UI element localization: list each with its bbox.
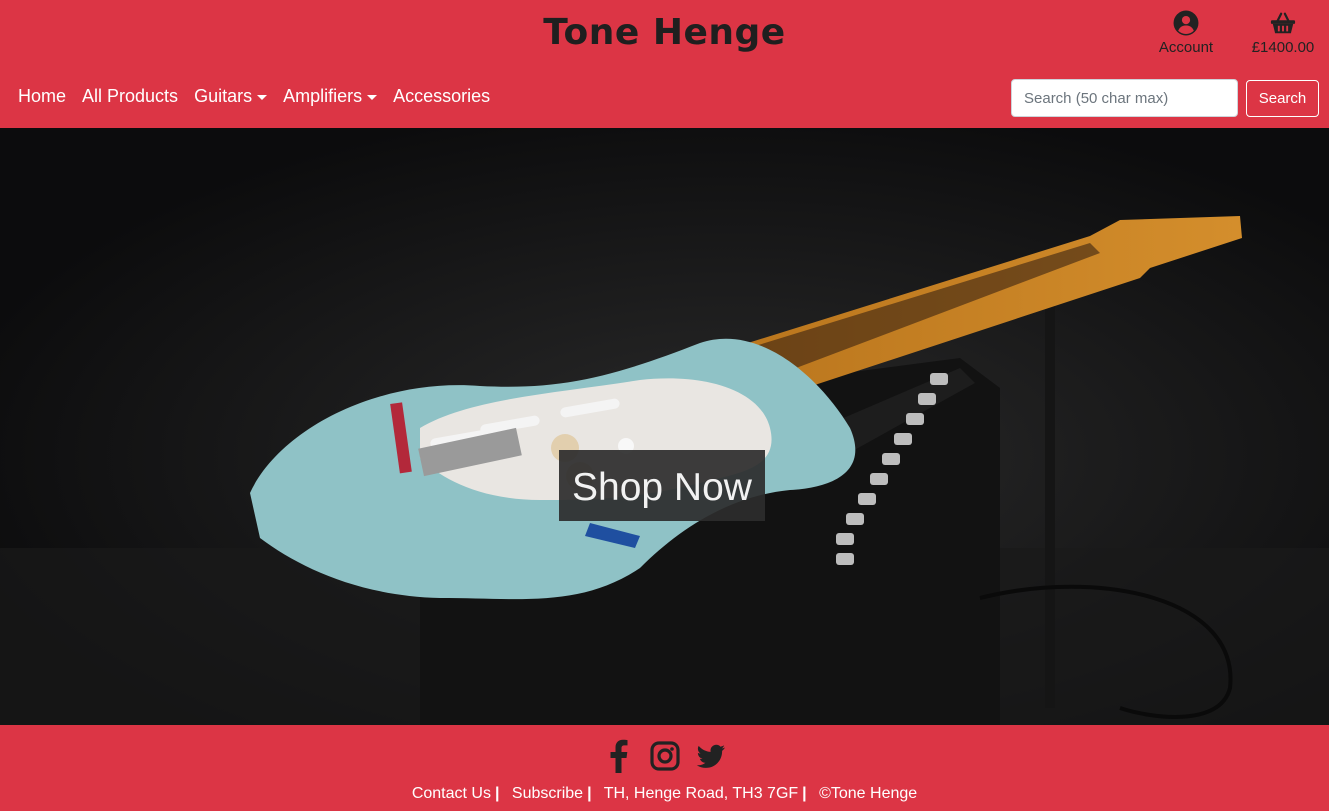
nav-item-accessories[interactable]: Accessories [393, 86, 490, 107]
contact-link[interactable]: Contact Us [412, 785, 491, 802]
nav-item-home[interactable]: Home [18, 86, 66, 107]
basket-link[interactable]: £1400.00 [1246, 10, 1320, 56]
nav-item-guitars[interactable]: Guitars [194, 86, 268, 107]
basket-total: £1400.00 [1251, 39, 1315, 56]
search-button[interactable]: Search [1246, 80, 1319, 117]
site-footer: Contact Us | Subscribe | TH, Henge Road, T… [0, 725, 1329, 811]
twitter-icon[interactable] [695, 739, 727, 773]
footer-separator: | [587, 785, 592, 802]
instagram-icon[interactable] [649, 739, 681, 773]
footer-links: Contact Us | Subscribe | TH, Henge Road, T… [0, 785, 1329, 803]
nav-item-label: All Products [82, 86, 179, 106]
main-nav: Home All Products Guitars Amplifiers Acc… [18, 86, 506, 107]
social-links [0, 739, 1329, 773]
hero-banner: Shop Now [0, 128, 1329, 725]
shop-now-button[interactable]: Shop Now [559, 450, 765, 521]
site-header: Tone Henge Account £1400.00 Home All Pro… [0, 0, 1329, 128]
address-text: TH, Henge Road, TH3 7GF [603, 785, 799, 802]
copyright-text: ©Tone Henge [819, 785, 918, 802]
footer-separator: | [494, 785, 500, 802]
nav-item-label: Amplifiers [283, 86, 363, 106]
footer-separator: | [802, 785, 807, 802]
caret-down-icon [257, 95, 268, 100]
shopping-basket-icon [1270, 12, 1296, 34]
nav-item-amplifiers[interactable]: Amplifiers [283, 86, 378, 107]
guitar-hero-image [0, 128, 1329, 725]
nav-item-label: Home [18, 86, 67, 106]
nav-item-label: Accessories [393, 86, 491, 106]
search-input[interactable] [1011, 79, 1238, 117]
account-label: Account [1158, 39, 1214, 56]
caret-down-icon [367, 95, 378, 100]
facebook-icon[interactable] [603, 739, 635, 773]
nav-item-label: Guitars [194, 86, 253, 106]
account-link[interactable]: Account [1150, 10, 1222, 56]
user-circle-icon [1173, 10, 1199, 36]
brand-logo[interactable]: Tone Henge [0, 12, 1329, 53]
nav-item-all-products[interactable]: All Products [82, 86, 178, 107]
subscribe-link[interactable]: Subscribe [512, 785, 583, 802]
